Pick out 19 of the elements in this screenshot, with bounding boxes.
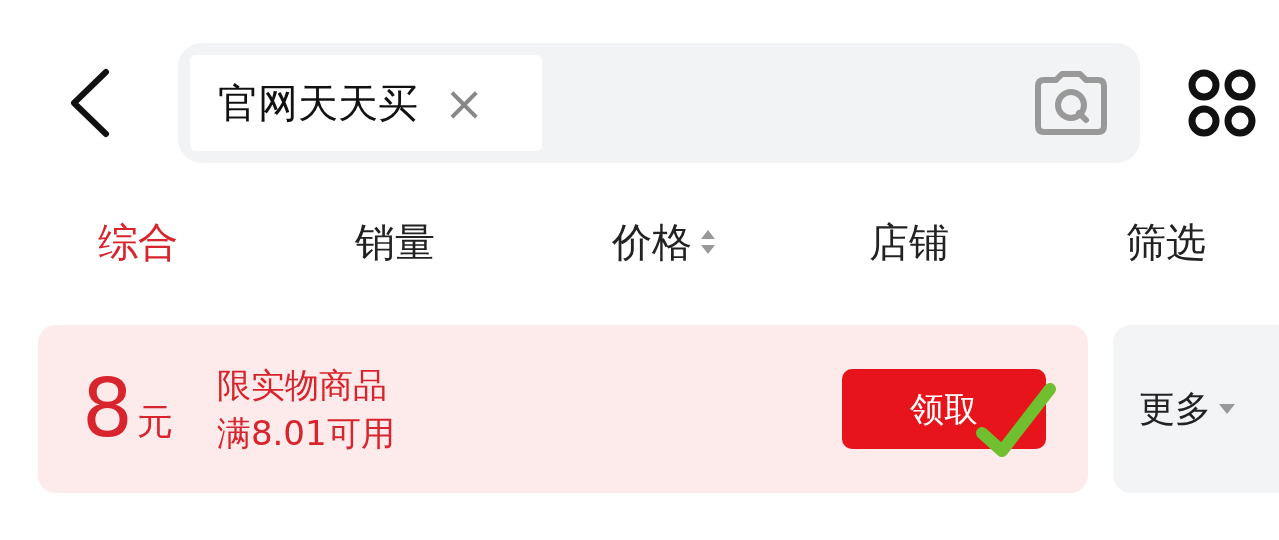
caret-icon: [1219, 404, 1235, 414]
sort-tab[interactable]: 店铺: [869, 212, 1126, 272]
search-chip[interactable]: 官网天天买 ×: [190, 54, 542, 151]
coupon-amount: 8: [82, 369, 133, 449]
sort-tab[interactable]: 综合: [98, 212, 355, 272]
coupon-unit: 元: [136, 400, 173, 444]
search-query: 官网天天买: [218, 78, 418, 128]
clear-button[interactable]: ×: [444, 78, 485, 127]
coupon-condition: 满8.01可用: [216, 412, 395, 455]
camera-icon[interactable]: [1034, 69, 1108, 136]
sort-tab[interactable]: 销量: [355, 212, 612, 272]
grid-icon[interactable]: [1188, 68, 1256, 137]
sort-tab[interactable]: 价格: [612, 212, 869, 272]
coupon-condition: 限实物商品: [216, 363, 388, 406]
search-field[interactable]: 官网天天买 ×: [178, 42, 1140, 163]
back-icon[interactable]: [68, 67, 112, 138]
sort-tab[interactable]: 筛选: [1126, 212, 1206, 272]
claim-button[interactable]: 领取: [842, 369, 1046, 449]
more-button[interactable]: 更多: [1113, 325, 1279, 493]
